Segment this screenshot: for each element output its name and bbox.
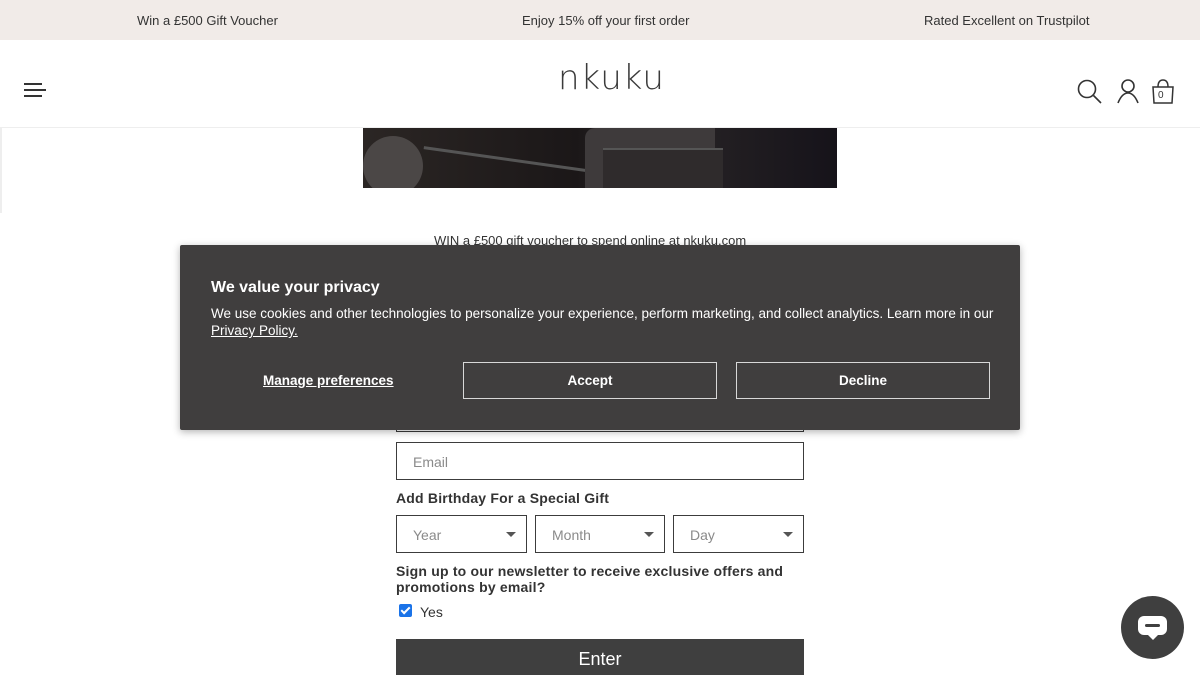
day-select[interactable]: Day: [673, 515, 804, 553]
cookie-banner: We value your privacy We use cookies and…: [180, 245, 1020, 430]
month-select-value: Month: [552, 527, 591, 543]
newsletter-yes-label[interactable]: Yes: [420, 604, 443, 620]
site-header: nkuku 0: [0, 40, 1200, 128]
cart-count: 0: [1158, 90, 1164, 101]
chevron-down-icon: [644, 532, 654, 537]
chevron-down-icon: [506, 532, 516, 537]
cookie-title: We value your privacy: [211, 279, 380, 296]
newsletter-checkbox[interactable]: [399, 604, 412, 617]
menu-icon[interactable]: [24, 83, 46, 97]
search-icon[interactable]: [1076, 78, 1104, 106]
side-tab: [0, 128, 2, 213]
manage-preferences-link[interactable]: Manage preferences: [263, 373, 394, 388]
birthday-label: Add Birthday For a Special Gift: [396, 490, 610, 506]
chevron-down-icon: [783, 532, 793, 537]
month-select[interactable]: Month: [535, 515, 665, 553]
account-icon[interactable]: [1114, 78, 1142, 106]
site-logo[interactable]: nkuku: [558, 58, 665, 98]
email-field[interactable]: Email: [396, 442, 804, 480]
announcement-bar: Win a £500 Gift Voucher Enjoy 15% off yo…: [0, 0, 1200, 40]
newsletter-question: Sign up to our newsletter to receive exc…: [396, 563, 784, 595]
accept-button[interactable]: Accept: [463, 362, 717, 399]
day-select-value: Day: [690, 527, 715, 543]
hero-image: [363, 128, 837, 188]
announcement-voucher[interactable]: Win a £500 Gift Voucher: [137, 13, 278, 28]
cookie-body: We use cookies and other technologies to…: [211, 306, 994, 338]
announcement-trustpilot[interactable]: Rated Excellent on Trustpilot: [924, 13, 1089, 28]
cart-icon[interactable]: 0: [1149, 78, 1177, 106]
privacy-policy-link[interactable]: Privacy Policy.: [211, 323, 298, 338]
year-select-value: Year: [413, 527, 442, 543]
chat-button[interactable]: [1121, 596, 1184, 659]
enter-button[interactable]: Enter: [396, 639, 804, 675]
announcement-discount[interactable]: Enjoy 15% off your first order: [522, 13, 689, 28]
year-select[interactable]: Year: [396, 515, 527, 553]
decline-button[interactable]: Decline: [736, 362, 990, 399]
